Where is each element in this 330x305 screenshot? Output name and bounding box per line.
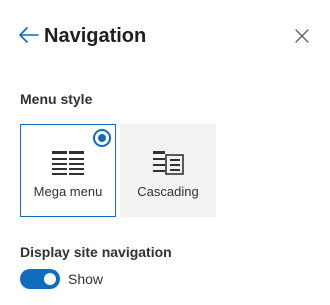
mega-menu-label: Mega menu	[33, 184, 103, 199]
menu-style-label: Menu style	[20, 91, 93, 107]
cascading-label: Cascading	[137, 184, 199, 199]
selected-radio-indicator	[93, 129, 111, 147]
cascading-menu-icon	[153, 151, 184, 175]
display-navigation-toggle[interactable]	[20, 269, 60, 289]
close-icon	[295, 29, 309, 43]
display-site-navigation-label: Display site navigation	[20, 244, 172, 260]
arrow-left-icon	[19, 27, 39, 43]
close-button[interactable]	[290, 24, 314, 48]
panel-header: Navigation	[0, 0, 330, 72]
navigation-panel: Navigation Menu style Mega menu Cascadin…	[0, 0, 330, 305]
toggle-state-label: Show	[68, 271, 104, 287]
mega-menu-icon	[52, 151, 84, 175]
menu-style-option-mega-menu[interactable]: Mega menu	[20, 124, 116, 217]
display-navigation-toggle-row: Show	[20, 268, 103, 290]
menu-style-option-cascading[interactable]: Cascading	[120, 124, 216, 217]
toggle-knob	[44, 273, 56, 285]
page-title: Navigation	[44, 25, 147, 47]
back-button[interactable]	[16, 22, 42, 48]
radio-dot	[98, 134, 106, 142]
